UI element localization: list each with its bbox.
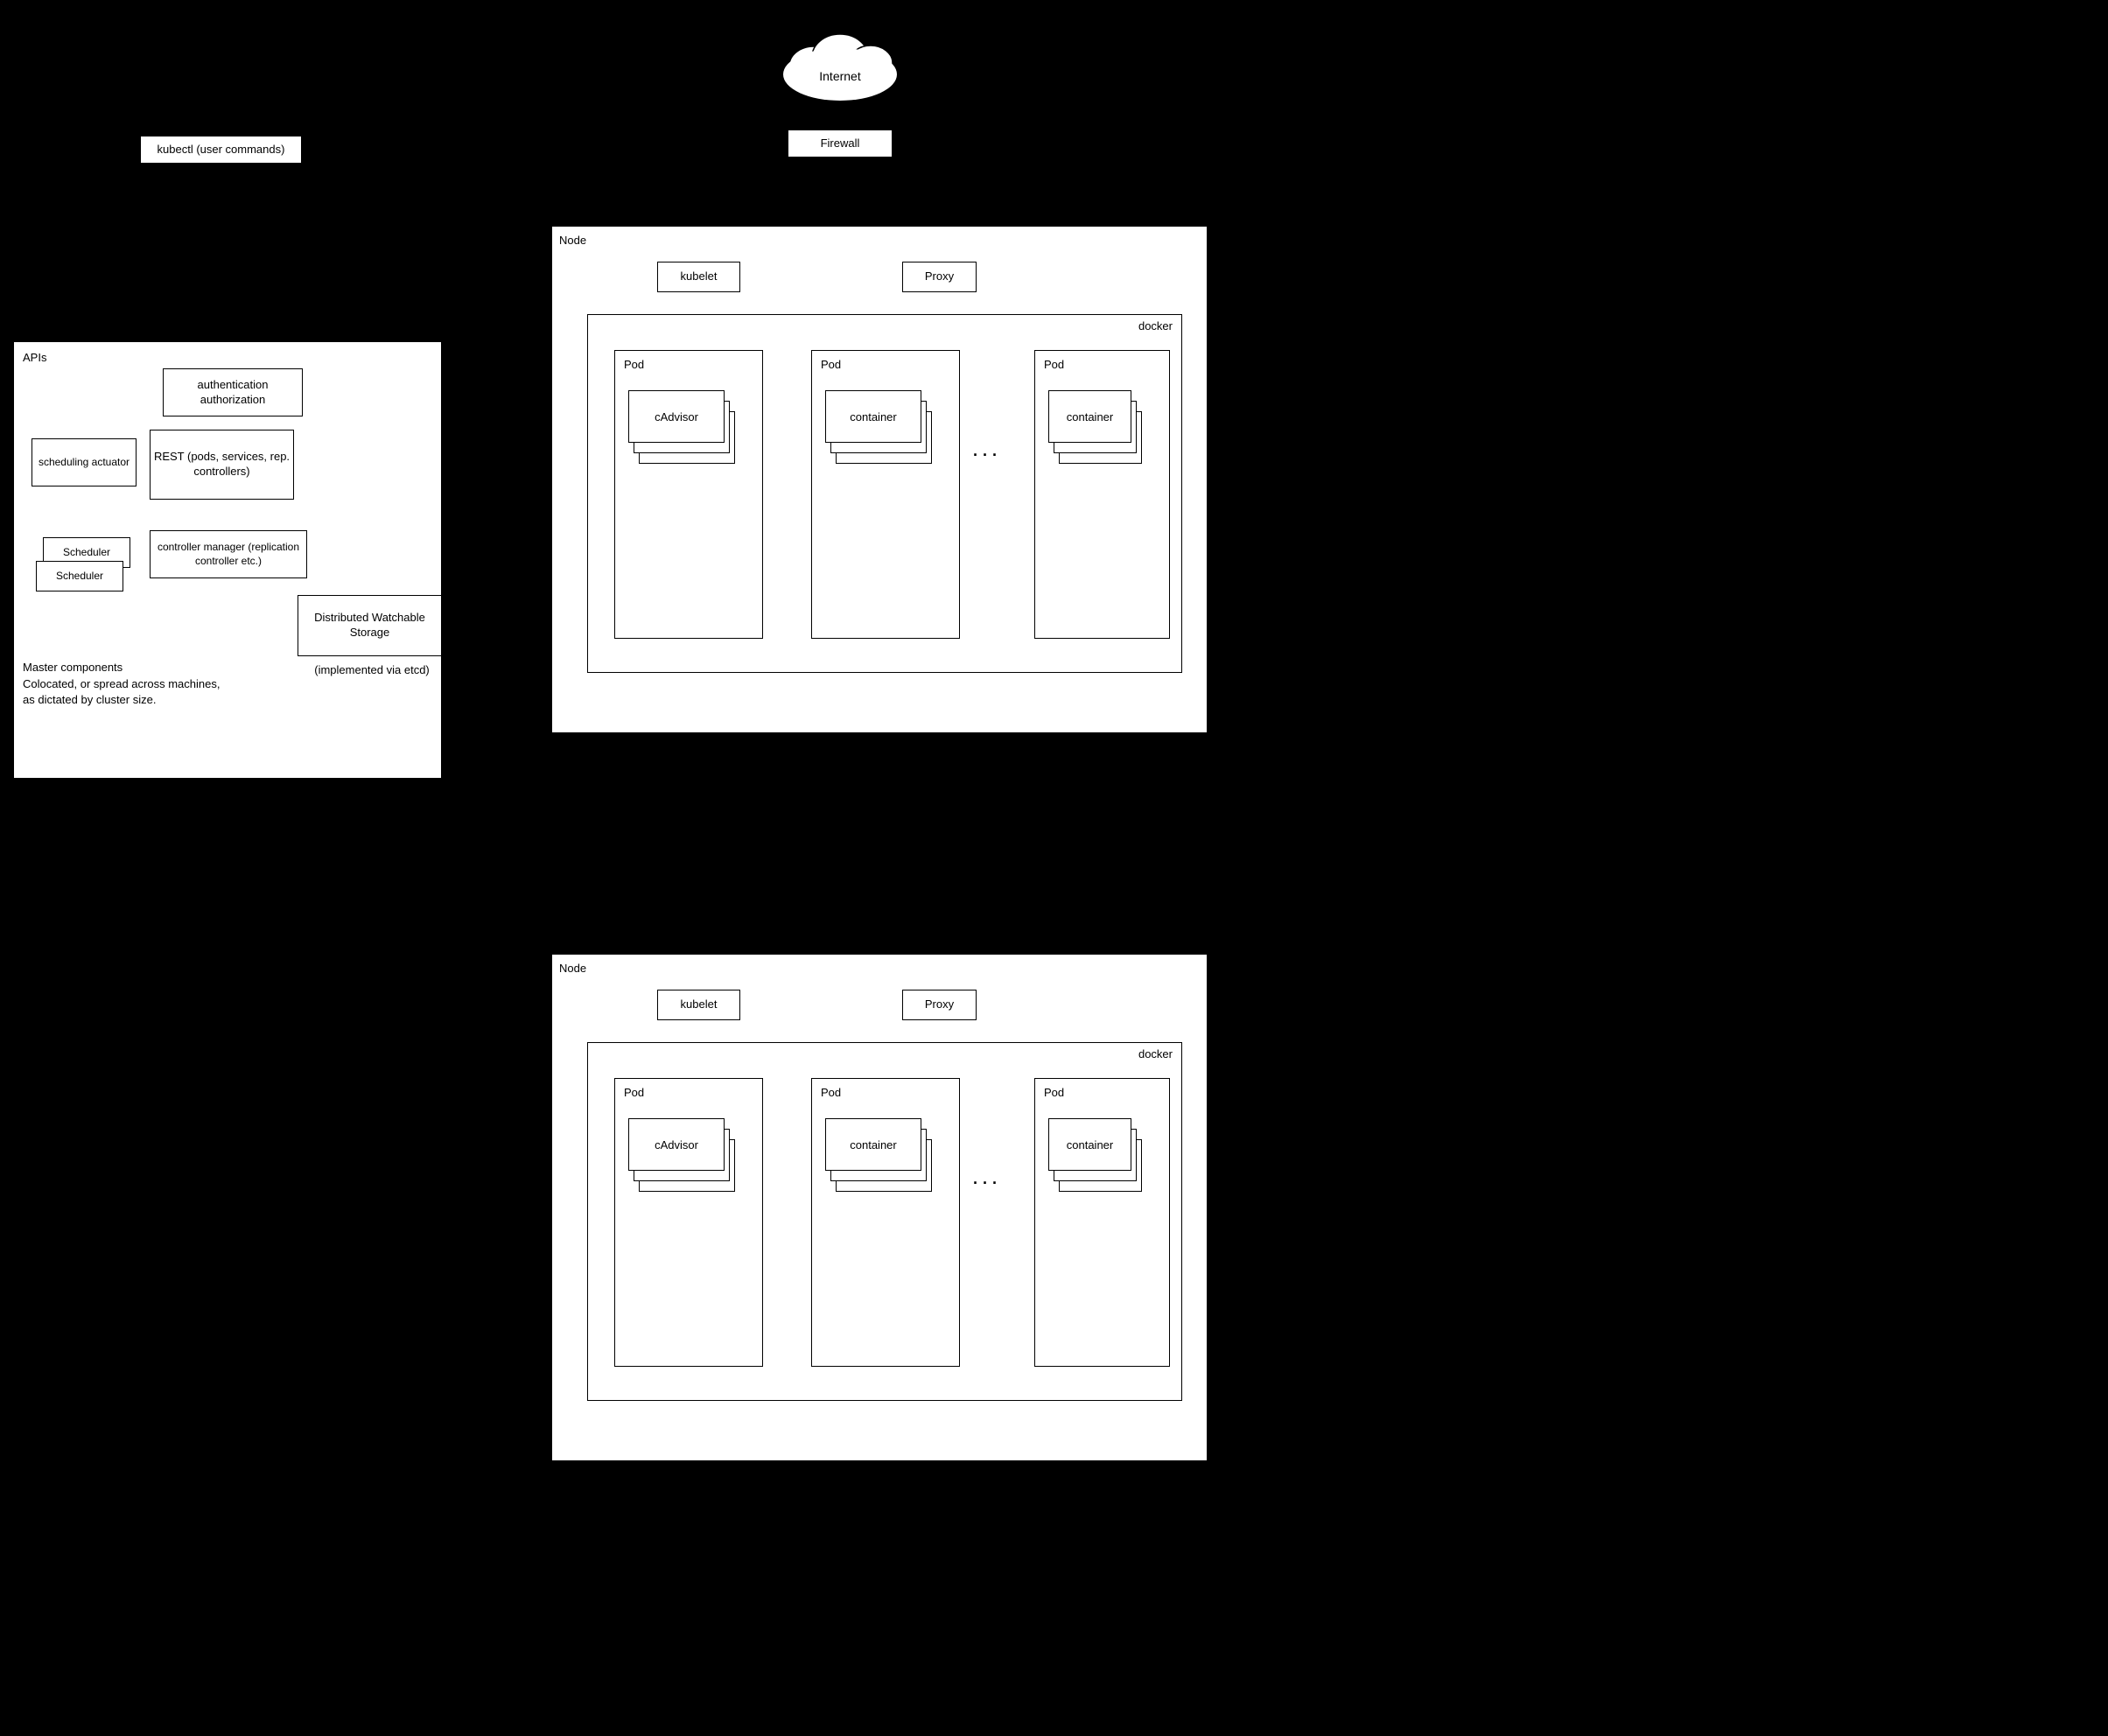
node1-pod3-label: Pod: [1044, 358, 1064, 371]
rest-box: REST (pods, services, rep. controllers): [150, 430, 294, 500]
etcd-label: (implemented via etcd): [280, 663, 464, 676]
node1-pod2-label: Pod: [821, 358, 841, 371]
node2-pod1-label: Pod: [624, 1086, 644, 1099]
firewall-label: Firewall: [821, 136, 860, 151]
node2-proxy: Proxy: [902, 990, 977, 1020]
auth-label: authentication authorization: [164, 378, 302, 408]
kubectl-box: kubectl (user commands): [140, 136, 302, 164]
node1-box: Node kubelet Proxy docker Pod: [551, 226, 1208, 733]
node2-docker-label: docker: [1138, 1047, 1173, 1060]
node2-container3-label: container: [1067, 1138, 1113, 1152]
scheduler1-label: Scheduler: [56, 570, 103, 584]
master-box: APIs authentication authorization REST (…: [13, 341, 442, 779]
node2-pod3-label: Pod: [1044, 1086, 1064, 1099]
kubectl-label: kubectl (user commands): [158, 143, 285, 158]
node1-proxy: Proxy: [902, 262, 977, 292]
apis-label: APIs: [23, 351, 46, 364]
rest-label: REST (pods, services, rep. controllers): [151, 450, 293, 480]
master-components-label: Master componentsColocated, or spread ac…: [23, 660, 220, 708]
internet-cloud: Internet: [770, 9, 910, 105]
node2-kubelet: kubelet: [657, 990, 740, 1020]
node1-container2-label: container: [850, 410, 896, 424]
node1-docker-label: docker: [1138, 319, 1173, 332]
controller-box: controller manager (replication controll…: [150, 530, 307, 578]
storage-label: Distributed Watchable Storage: [298, 611, 441, 640]
firewall-box: Firewall: [788, 130, 893, 158]
scheduler2-label: Scheduler: [63, 546, 110, 560]
node2-label: Node: [559, 962, 586, 975]
node2-dots: · · ·: [973, 1174, 998, 1193]
controller-label: controller manager (replication controll…: [151, 541, 306, 568]
node1-dots: · · ·: [973, 446, 998, 465]
node2-box: Node kubelet Proxy docker Pod: [551, 954, 1208, 1461]
scheduling-label: scheduling actuator: [39, 456, 130, 470]
node1-container3-label: container: [1067, 410, 1113, 424]
storage-box: Distributed Watchable Storage: [298, 595, 442, 656]
scheduling-box: scheduling actuator: [32, 438, 137, 486]
node2-pod2-label: Pod: [821, 1086, 841, 1099]
node1-kubelet: kubelet: [657, 262, 740, 292]
node1-cadvisor-label: cAdvisor: [655, 410, 698, 424]
node1-pod1-label: Pod: [624, 358, 644, 371]
node2-container2-label: container: [850, 1138, 896, 1152]
node2-cadvisor-label: cAdvisor: [655, 1138, 698, 1152]
node1-label: Node: [559, 234, 586, 247]
auth-box: authentication authorization: [163, 368, 303, 416]
svg-text:Internet: Internet: [819, 69, 861, 83]
